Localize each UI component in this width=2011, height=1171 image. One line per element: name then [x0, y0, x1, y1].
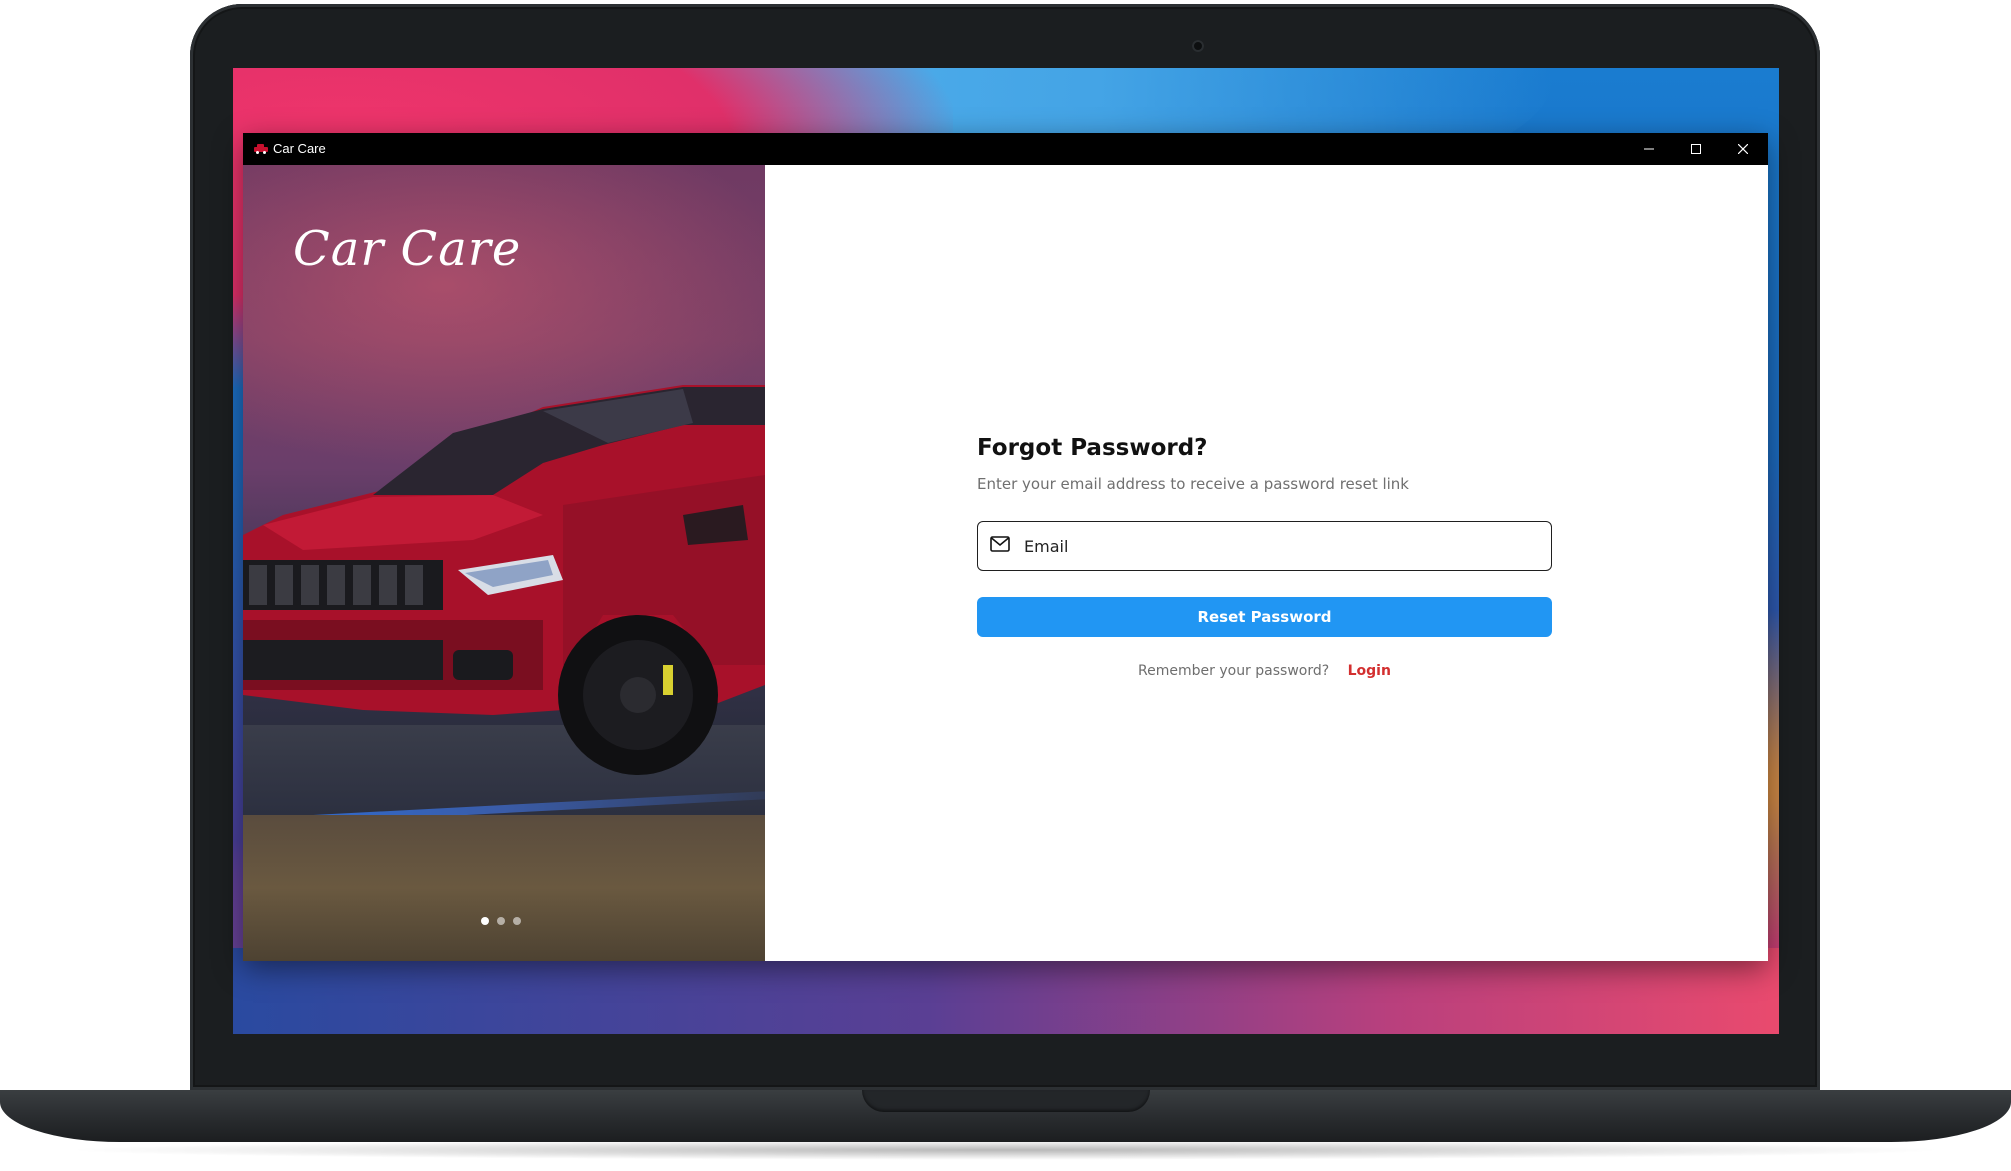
maximize-icon — [1691, 144, 1701, 154]
carousel-dot-2[interactable] — [497, 917, 505, 925]
close-icon — [1738, 144, 1748, 154]
laptop-shadow — [60, 1140, 1951, 1160]
window-titlebar[interactable]: Car Care — [243, 133, 1768, 165]
brand-title: Car Care — [293, 221, 522, 277]
car-image — [243, 385, 765, 775]
form-title: Forgot Password? — [977, 435, 1208, 461]
grass — [243, 815, 765, 961]
email-input[interactable] — [1022, 522, 1546, 571]
remember-password-text: Remember your password? — [1138, 663, 1330, 679]
window-title: Car Care — [273, 141, 326, 156]
minimize-button[interactable] — [1626, 133, 1672, 165]
form-panel: Forgot Password? Enter your email addres… — [765, 165, 1768, 961]
form-subtitle: Enter your email address to receive a pa… — [977, 475, 1409, 493]
carousel-dot-1[interactable] — [481, 917, 489, 925]
login-link[interactable]: Login — [1348, 663, 1391, 679]
maximize-button[interactable] — [1673, 133, 1719, 165]
close-button[interactable] — [1720, 133, 1766, 165]
email-field[interactable] — [977, 521, 1552, 571]
hero-panel: Car Care — [243, 165, 765, 961]
minimize-icon — [1644, 148, 1654, 150]
camera-dot — [1192, 40, 1204, 52]
mail-icon — [990, 536, 1010, 552]
car-app-icon — [254, 144, 268, 154]
login-prompt: Remember your password? Login — [977, 663, 1552, 679]
reset-password-button[interactable]: Reset Password — [977, 597, 1552, 637]
carousel-dot-3[interactable] — [513, 917, 521, 925]
laptop-notch — [862, 1090, 1150, 1112]
carousel-dots — [481, 917, 521, 925]
app-window: Car Care Car Care Forgot Password? Enter… — [243, 133, 1768, 961]
forgot-password-form: Forgot Password? Enter your email addres… — [977, 435, 1552, 679]
